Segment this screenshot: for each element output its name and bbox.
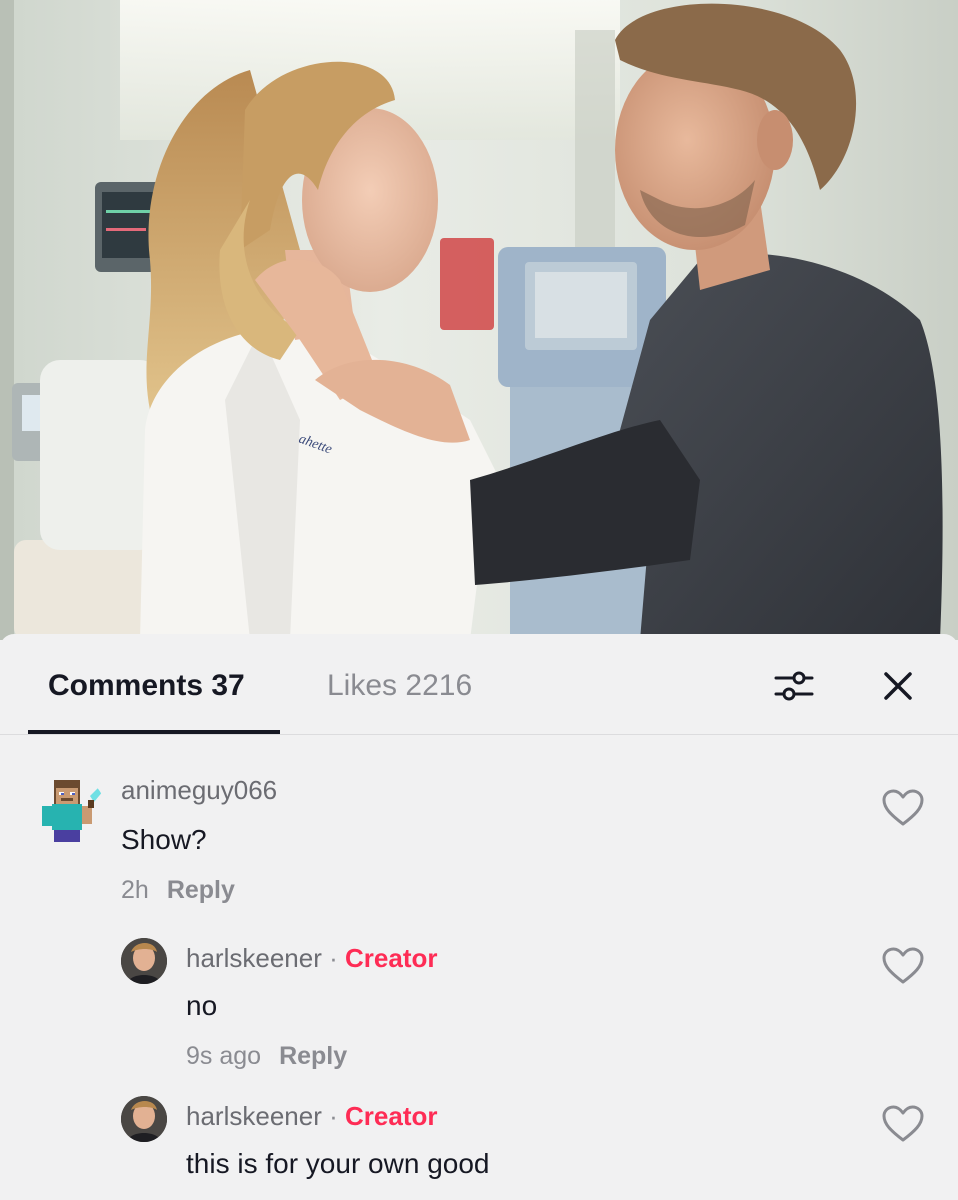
comment-username[interactable]: animeguy066 (121, 774, 277, 806)
video-frame-image: ahette (0, 0, 958, 640)
comment-text: this is for your own good (186, 1148, 490, 1179)
comment-timestamp: 2h (121, 876, 149, 904)
tab-comments-count: 37 (211, 669, 245, 702)
comment-reply-item: harlskeener · Creator no 9s ago Reply (0, 934, 958, 1074)
avatar[interactable] (121, 1096, 167, 1142)
comment-username-row: harlskeener · Creator (186, 942, 437, 974)
close-button[interactable] (874, 662, 922, 710)
creator-badge: Creator (345, 943, 438, 973)
tab-likes-label: Likes (327, 669, 398, 702)
tab-comments-label: Comments (48, 669, 204, 702)
tab-likes-count: 2216 (405, 669, 473, 702)
reply-button[interactable]: Reply (167, 876, 235, 904)
comment-text: no (186, 990, 218, 1021)
separator-dot: · (329, 1101, 338, 1131)
avatar[interactable] (121, 938, 167, 984)
close-icon (884, 672, 912, 700)
avatar[interactable] (30, 774, 106, 850)
comment-text: Show? (121, 824, 207, 855)
heart-outline-icon[interactable] (881, 1104, 925, 1144)
comment-item: animeguy066 Show? 2h Reply (0, 770, 958, 910)
reply-button[interactable]: Reply (279, 1042, 347, 1070)
comment-username[interactable]: harlskeener (186, 943, 322, 973)
comment-meta: 9s ago Reply (186, 1040, 347, 1072)
comment-username-row: harlskeener · Creator (186, 1100, 437, 1132)
separator-dot: · (329, 943, 338, 973)
creator-badge: Creator (345, 1101, 438, 1131)
tab-likes[interactable]: Likes 2216 (327, 666, 472, 706)
comment-username[interactable]: harlskeener (186, 1101, 322, 1131)
tab-comments[interactable]: Comments 37 (48, 666, 245, 706)
comment-meta: 2h Reply (121, 874, 235, 906)
heart-outline-icon[interactable] (881, 788, 925, 828)
filter-button[interactable] (770, 662, 818, 710)
tab-bar: Comments 37 Likes 2216 (0, 634, 958, 735)
active-tab-indicator (28, 730, 280, 734)
comment-reply-item: harlskeener · Creator this is for your o… (0, 1092, 958, 1200)
sliders-icon (774, 671, 814, 701)
comment-timestamp: 9s ago (186, 1042, 262, 1070)
comments-sheet: Comments 37 Likes 2216 animeguy066 Show?… (0, 634, 958, 1200)
heart-outline-icon[interactable] (881, 946, 925, 986)
